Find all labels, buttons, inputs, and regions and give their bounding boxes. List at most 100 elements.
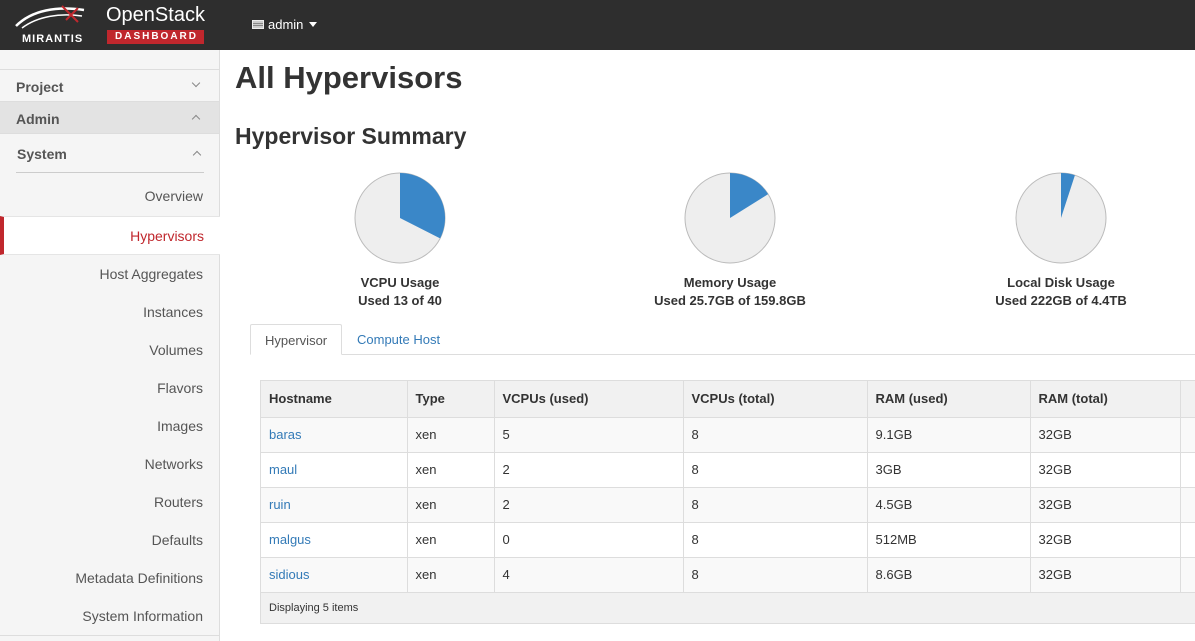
column-header-extra [1180, 381, 1195, 418]
local-disk-usage-chart: Local Disk Usage Used 222GB of 4.4TB [951, 172, 1171, 310]
cell-vcpus-used: 2 [494, 452, 684, 488]
sidebar-item-defaults[interactable]: Defaults [152, 532, 203, 548]
pie-chart [1015, 172, 1107, 264]
pie-detail: Used 25.7GB of 159.8GB [654, 293, 806, 308]
sidebar-item-flavors[interactable]: Flavors [157, 380, 203, 396]
sidebar-item-host-aggregates[interactable]: Host Aggregates [99, 266, 203, 282]
sidebar-section-admin[interactable]: Admin [0, 101, 219, 134]
hostname-link[interactable]: baras [269, 427, 302, 442]
hostname-link[interactable]: maul [269, 462, 297, 477]
pie-title: VCPU Usage [360, 275, 440, 290]
cell-ram-total: 32GB [1030, 522, 1181, 558]
cell-ram-total: 32GB [1030, 557, 1181, 593]
user-menu[interactable]: admin [252, 17, 318, 32]
hostname-link[interactable]: sidious [269, 567, 309, 582]
cell-extra [1180, 557, 1195, 593]
cell-hostname: malgus [261, 522, 408, 558]
sidebar-item-routers[interactable]: Routers [154, 494, 203, 510]
column-header-ram-used[interactable]: RAM (used) [867, 381, 1031, 418]
sidebar-item-system-information[interactable]: System Information [82, 608, 203, 624]
pie-title: Local Disk Usage [1007, 275, 1115, 290]
cell-vcpus-total: 8 [683, 487, 868, 523]
user-menu-label: admin [268, 17, 304, 32]
cell-ram-total: 32GB [1030, 487, 1181, 523]
cell-vcpus-total: 8 [683, 452, 868, 488]
brand-subtitle: DASHBOARD [107, 30, 204, 44]
cell-ram-used: 512MB [867, 522, 1031, 558]
sidebar-item-hypervisors[interactable]: Hypervisors [0, 216, 220, 255]
sidebar-item-metadata-definitions[interactable]: Metadata Definitions [75, 570, 203, 586]
caret-down-icon [309, 22, 318, 27]
tab-compute-host[interactable]: Compute Host [343, 324, 454, 355]
column-header-hostname[interactable]: Hostname [261, 381, 408, 418]
summary-title: Hypervisor Summary [235, 123, 467, 149]
cell-hostname: ruin [261, 487, 408, 523]
sidebar-item-networks[interactable]: Networks [145, 456, 203, 472]
cell-hostname: sidious [261, 557, 408, 593]
table-row: maul xen 2 8 3GB 32GB [261, 452, 1195, 488]
table-row: sidious xen 4 8 8.6GB 32GB [261, 557, 1195, 593]
sidebar-section-project[interactable]: Project [0, 69, 219, 102]
pie-chart [684, 172, 776, 264]
sidebar-item-images[interactable]: Images [157, 418, 203, 434]
column-header-vcpus-used[interactable]: VCPUs (used) [494, 381, 684, 418]
pie-title: Memory Usage [683, 275, 777, 290]
sidebar-item-instances[interactable]: Instances [143, 304, 203, 320]
cell-vcpus-total: 8 [683, 417, 868, 453]
cell-vcpus-total: 8 [683, 522, 868, 558]
cell-ram-total: 32GB [1030, 452, 1181, 488]
tab-bar: Hypervisor Compute Host [250, 324, 1195, 355]
hostname-link[interactable]: ruin [269, 497, 291, 512]
cell-type: xen [407, 557, 495, 593]
page-title: All Hypervisors [235, 60, 463, 95]
tab-hypervisor[interactable]: Hypervisor [250, 324, 343, 355]
sidebar-item-volumes[interactable]: Volumes [149, 342, 203, 358]
cell-type: xen [407, 452, 495, 488]
brand-product: OpenStack [106, 4, 205, 26]
cell-vcpus-used: 0 [494, 522, 684, 558]
hostname-link[interactable]: malgus [269, 532, 311, 547]
sidebar-section-label: Admin [16, 111, 60, 127]
cell-extra [1180, 452, 1195, 488]
flag-icon [252, 20, 264, 29]
cell-hostname: maul [261, 452, 408, 488]
table-footer: Displaying 5 items [261, 592, 1195, 623]
cell-extra [1180, 522, 1195, 558]
column-header-ram-total[interactable]: RAM (total) [1030, 381, 1181, 418]
cell-extra [1180, 487, 1195, 523]
cell-extra [1180, 417, 1195, 453]
cell-ram-used: 8.6GB [867, 557, 1031, 593]
column-header-vcpus-total[interactable]: VCPUs (total) [683, 381, 868, 418]
top-navbar: MIRANTIS OpenStack DASHBOARD admin [0, 0, 1195, 50]
cell-hostname: baras [261, 417, 408, 453]
table-row: malgus xen 0 8 512MB 32GB [261, 522, 1195, 558]
table-header-row: Hostname Type VCPUs (used) VCPUs (total)… [261, 381, 1195, 418]
cell-ram-total: 32GB [1030, 417, 1181, 453]
brand-company: MIRANTIS [22, 33, 84, 45]
cell-ram-used: 4.5GB [867, 487, 1031, 523]
sidebar-item-label: Hypervisors [130, 228, 204, 244]
sidebar-section-label: System [17, 146, 67, 162]
column-header-type[interactable]: Type [407, 381, 495, 418]
cell-vcpus-total: 8 [683, 557, 868, 593]
pie-chart [354, 172, 446, 264]
sidebar-divider [0, 635, 220, 636]
table-row: ruin xen 2 8 4.5GB 32GB [261, 487, 1195, 523]
brand-logo[interactable]: MIRANTIS OpenStack DASHBOARD [12, 4, 205, 46]
sidebar-item-overview[interactable]: Overview [145, 188, 203, 204]
sidebar-section-label: Project [16, 79, 64, 95]
cell-vcpus-used: 5 [494, 417, 684, 453]
cell-ram-used: 9.1GB [867, 417, 1031, 453]
cell-vcpus-used: 4 [494, 557, 684, 593]
chevron-down-icon [191, 78, 201, 88]
cell-vcpus-used: 2 [494, 487, 684, 523]
sidebar-section-system[interactable]: System [16, 139, 204, 173]
table-row: baras xen 5 8 9.1GB 32GB [261, 417, 1195, 453]
cell-ram-used: 3GB [867, 452, 1031, 488]
chevron-up-icon [191, 114, 201, 124]
pie-detail: Used 222GB of 4.4TB [995, 293, 1127, 308]
sidebar: Project Admin System Overview Hypervisor… [0, 50, 220, 641]
cell-type: xen [407, 522, 495, 558]
pie-detail: Used 13 of 40 [358, 293, 442, 308]
cell-type: xen [407, 417, 495, 453]
